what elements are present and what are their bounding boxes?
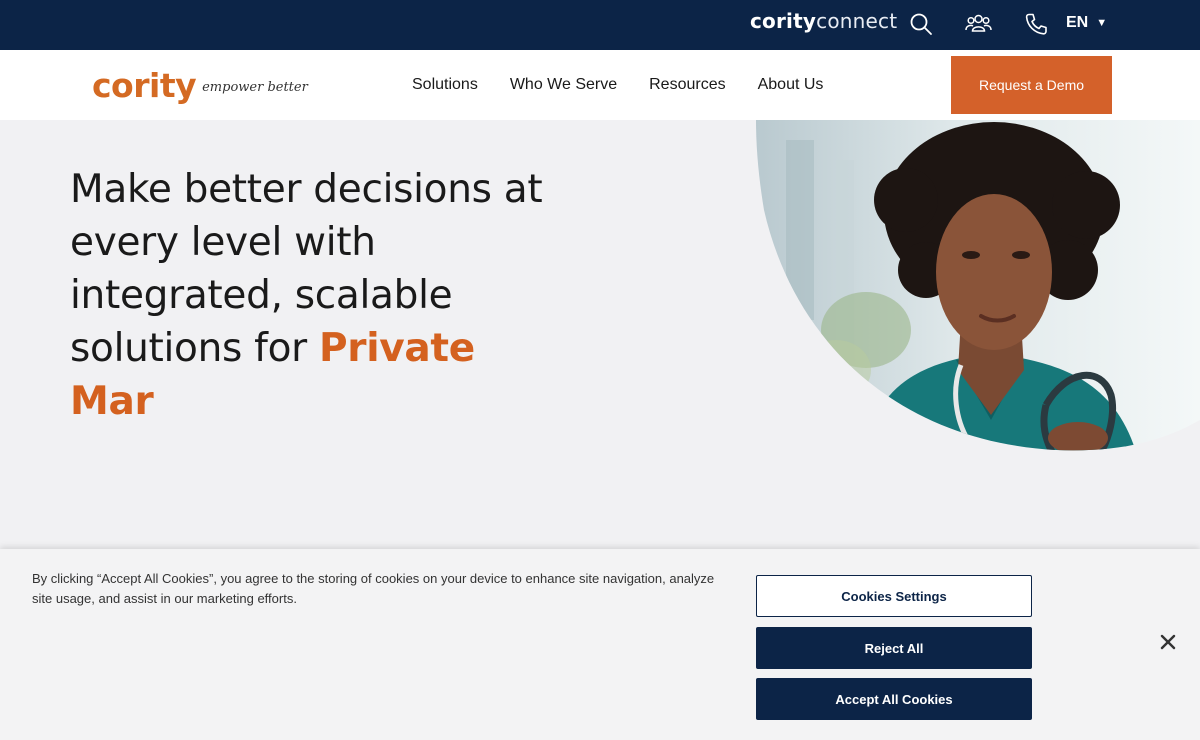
connect-word: connect [816,9,898,33]
cookies-settings-button[interactable]: Cookies Settings [756,575,1032,617]
logo-wordmark: cority [92,66,197,105]
nav-solutions[interactable]: Solutions [412,76,478,94]
utility-bar: corityconnect EN ▼ [0,0,1200,50]
cority-logo[interactable]: cority empower better [92,64,308,104]
cookie-banner: By clicking “Accept All Cookies”, you ag… [0,549,1200,740]
main-header: cority empower better Solutions Who We S… [0,50,1200,120]
language-label: EN [1066,14,1089,31]
nav-resources[interactable]: Resources [649,76,725,94]
cority-connect-logo[interactable]: corityconnect [750,9,897,35]
connect-brand: cority [750,9,817,33]
reject-all-button[interactable]: Reject All [756,627,1032,669]
accept-all-cookies-button[interactable]: Accept All Cookies [756,678,1032,720]
phone-icon[interactable] [1024,12,1048,36]
nav-about-us[interactable]: About Us [758,76,824,94]
search-icon[interactable] [909,12,933,36]
request-demo-button[interactable]: Request a Demo [951,56,1112,114]
language-selector[interactable]: EN ▼ [1066,14,1107,32]
cookie-message: By clicking “Accept All Cookies”, you ag… [32,571,715,606]
hero-title: Make better decisions at every level wit… [70,163,570,428]
chevron-down-icon: ▼ [1096,17,1108,29]
nav-who-we-serve[interactable]: Who We Serve [510,76,617,94]
community-icon[interactable] [965,12,992,36]
close-icon[interactable] [1158,632,1178,652]
logo-tagline: empower better [202,80,308,95]
hero-portrait-image [756,120,1200,451]
main-nav: Solutions Who We Serve Resources About U… [412,50,855,120]
